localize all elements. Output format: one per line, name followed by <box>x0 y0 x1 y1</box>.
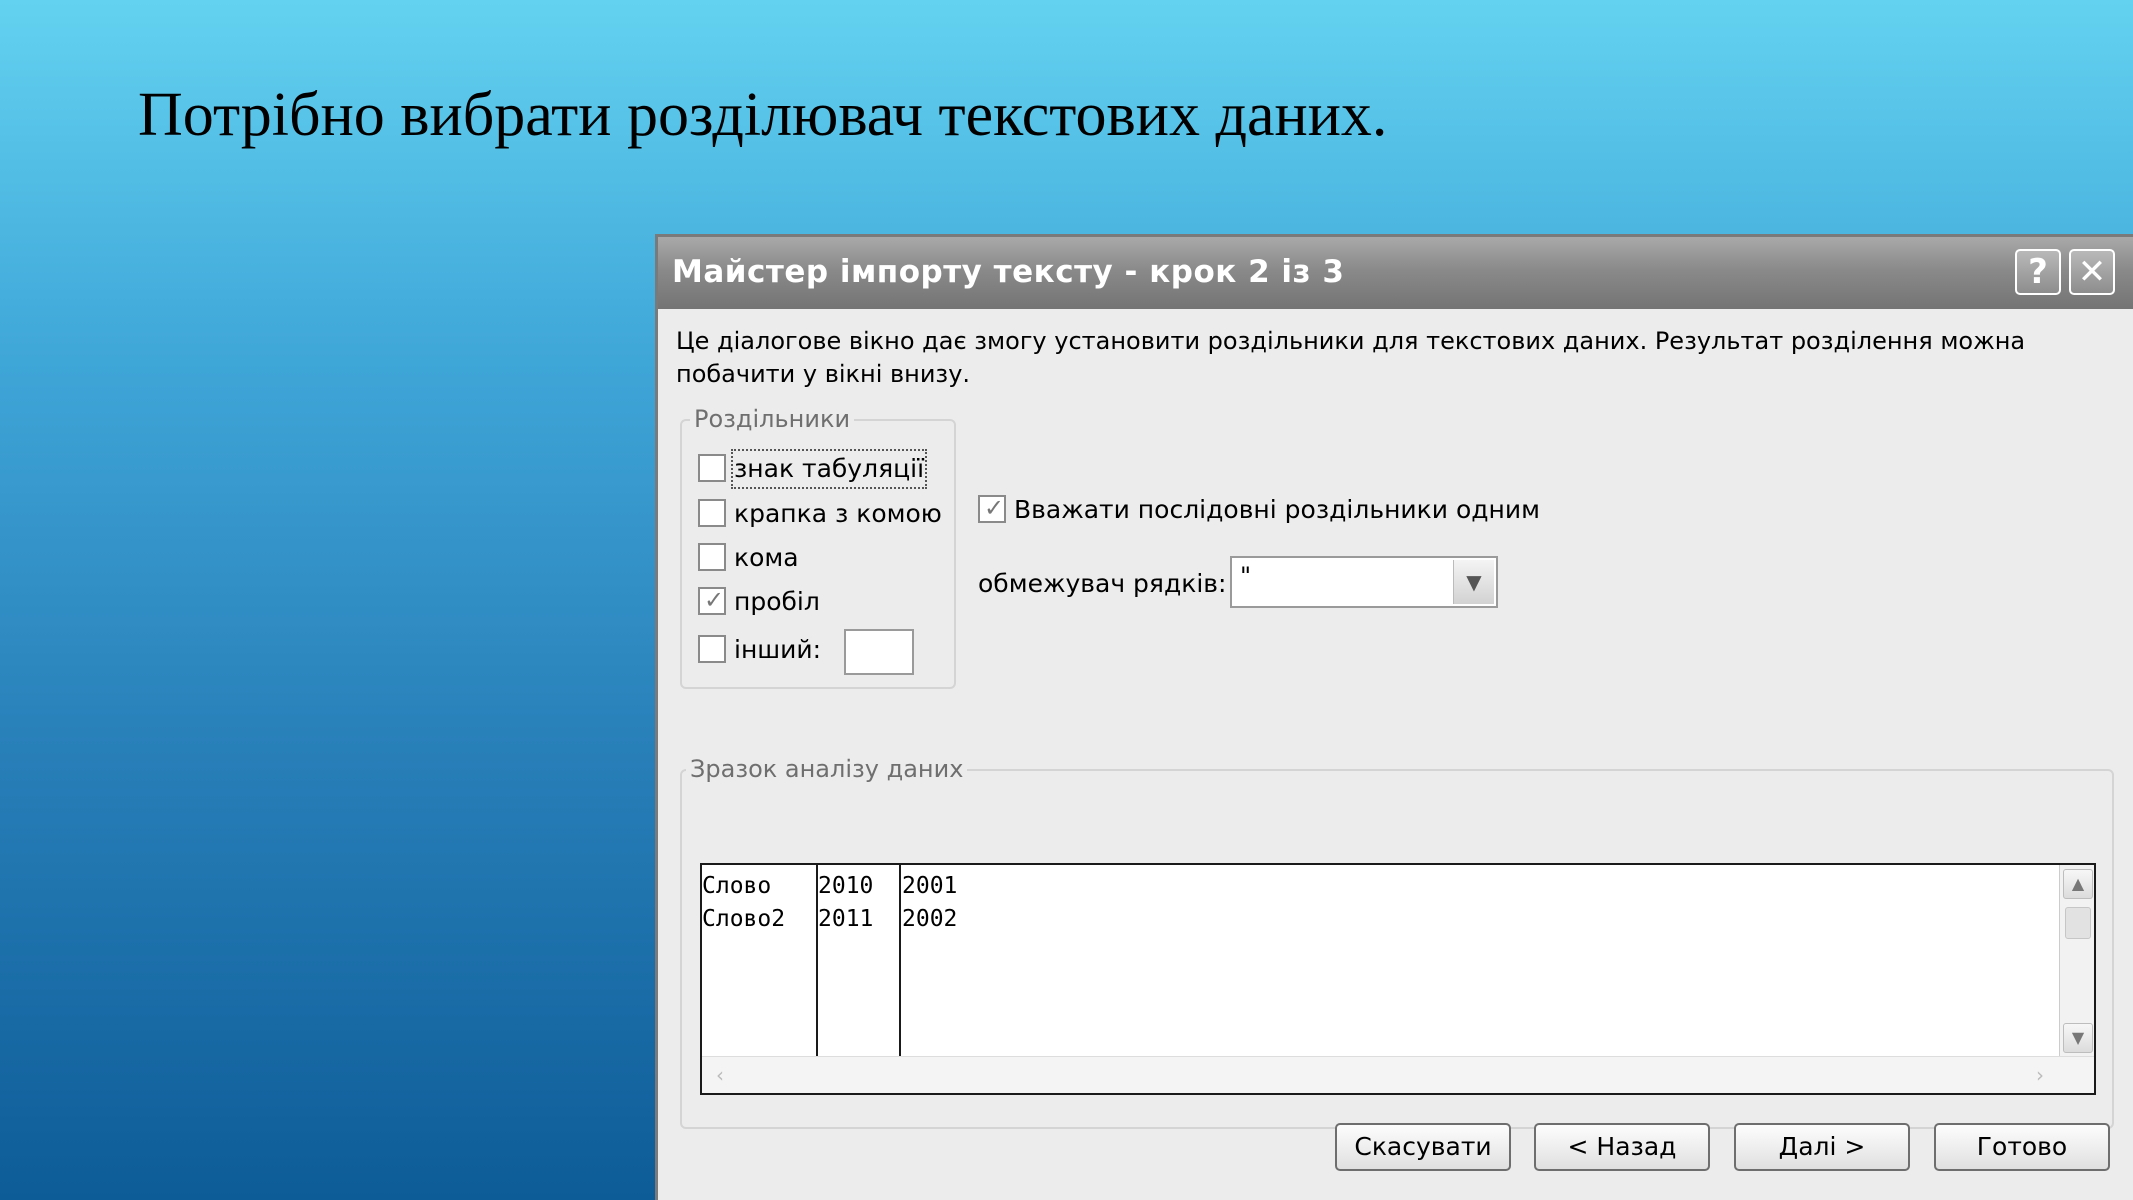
comma-checkbox-label: кома <box>734 543 799 572</box>
column-break-line[interactable] <box>899 865 901 1057</box>
preview-cell: 2011 <box>818 906 874 932</box>
vertical-scrollbar[interactable]: ▲ ▼ <box>2059 865 2094 1057</box>
tab-checkbox-label: знак табуляції <box>730 449 928 489</box>
consecutive-checkbox[interactable]: ✓ <box>978 494 1006 523</box>
close-button[interactable]: ✕ <box>2069 249 2115 295</box>
finish-button[interactable]: Готово <box>1934 1123 2110 1171</box>
text-qualifier-label: обмежувач рядків: <box>978 569 1227 598</box>
data-preview-grid[interactable]: Слово 2010 2001 Слово2 2011 2002 ▲ ▼ ‹ › <box>700 863 2096 1095</box>
dialog-title: Майстер імпорту тексту - крок 2 із 3 <box>672 254 1345 290</box>
slide-title: Потрібно вибрати розділювач текстових да… <box>138 81 1388 149</box>
preview-cell: Слово <box>702 873 772 899</box>
space-checkbox-label: пробіл <box>734 587 820 616</box>
close-icon: ✕ <box>2077 252 2107 292</box>
horizontal-scrollbar[interactable]: ‹ › <box>702 1056 2094 1093</box>
scroll-left-icon[interactable]: ‹ <box>706 1061 734 1089</box>
preview-cell: 2002 <box>902 906 958 932</box>
space-checkbox[interactable]: ✓ <box>698 586 726 615</box>
preview-cell: Слово2 <box>702 906 786 932</box>
consecutive-checkbox-label: Вважати послідовні роздільники одним <box>1014 495 1540 524</box>
text-import-wizard-dialog: Майстер імпорту тексту - крок 2 із 3 ? ✕… <box>655 234 2133 1200</box>
other-separator-input[interactable] <box>844 629 914 675</box>
other-checkbox-label: інший: <box>734 635 822 664</box>
help-button[interactable]: ? <box>2015 249 2061 295</box>
scroll-right-icon[interactable]: › <box>2026 1061 2054 1089</box>
dialog-description: Це діалогове вікно дає змогу установити … <box>676 327 2026 388</box>
preview-cell: 2001 <box>902 873 958 899</box>
back-button[interactable]: < Назад <box>1534 1123 1710 1171</box>
separators-legend: Роздільники <box>690 405 855 433</box>
cancel-button[interactable]: Скасувати <box>1335 1123 1511 1171</box>
semicolon-checkbox-label: крапка з комою <box>734 499 942 528</box>
tab-checkbox[interactable] <box>698 454 726 482</box>
scroll-up-icon[interactable]: ▲ <box>2063 869 2093 899</box>
preview-cell: 2010 <box>818 873 874 899</box>
chevron-down-icon[interactable]: ▼ <box>1453 560 1494 604</box>
dialog-titlebar[interactable]: Майстер імпорту тексту - крок 2 із 3 ? ✕ <box>658 237 2133 309</box>
text-qualifier-select[interactable]: " ▼ <box>1230 556 1498 608</box>
data-preview-legend: Зразок аналізу даних <box>686 755 968 783</box>
text-qualifier-value: " <box>1240 562 1252 590</box>
scroll-thumb[interactable] <box>2065 907 2091 939</box>
other-checkbox[interactable] <box>698 635 726 663</box>
comma-checkbox[interactable] <box>698 543 726 571</box>
check-mark-icon: ✓ <box>984 494 1005 522</box>
scroll-down-icon[interactable]: ▼ <box>2063 1023 2093 1053</box>
next-button[interactable]: Далі > <box>1734 1123 1910 1171</box>
semicolon-checkbox[interactable] <box>698 499 726 527</box>
check-mark-icon: ✓ <box>704 586 725 614</box>
